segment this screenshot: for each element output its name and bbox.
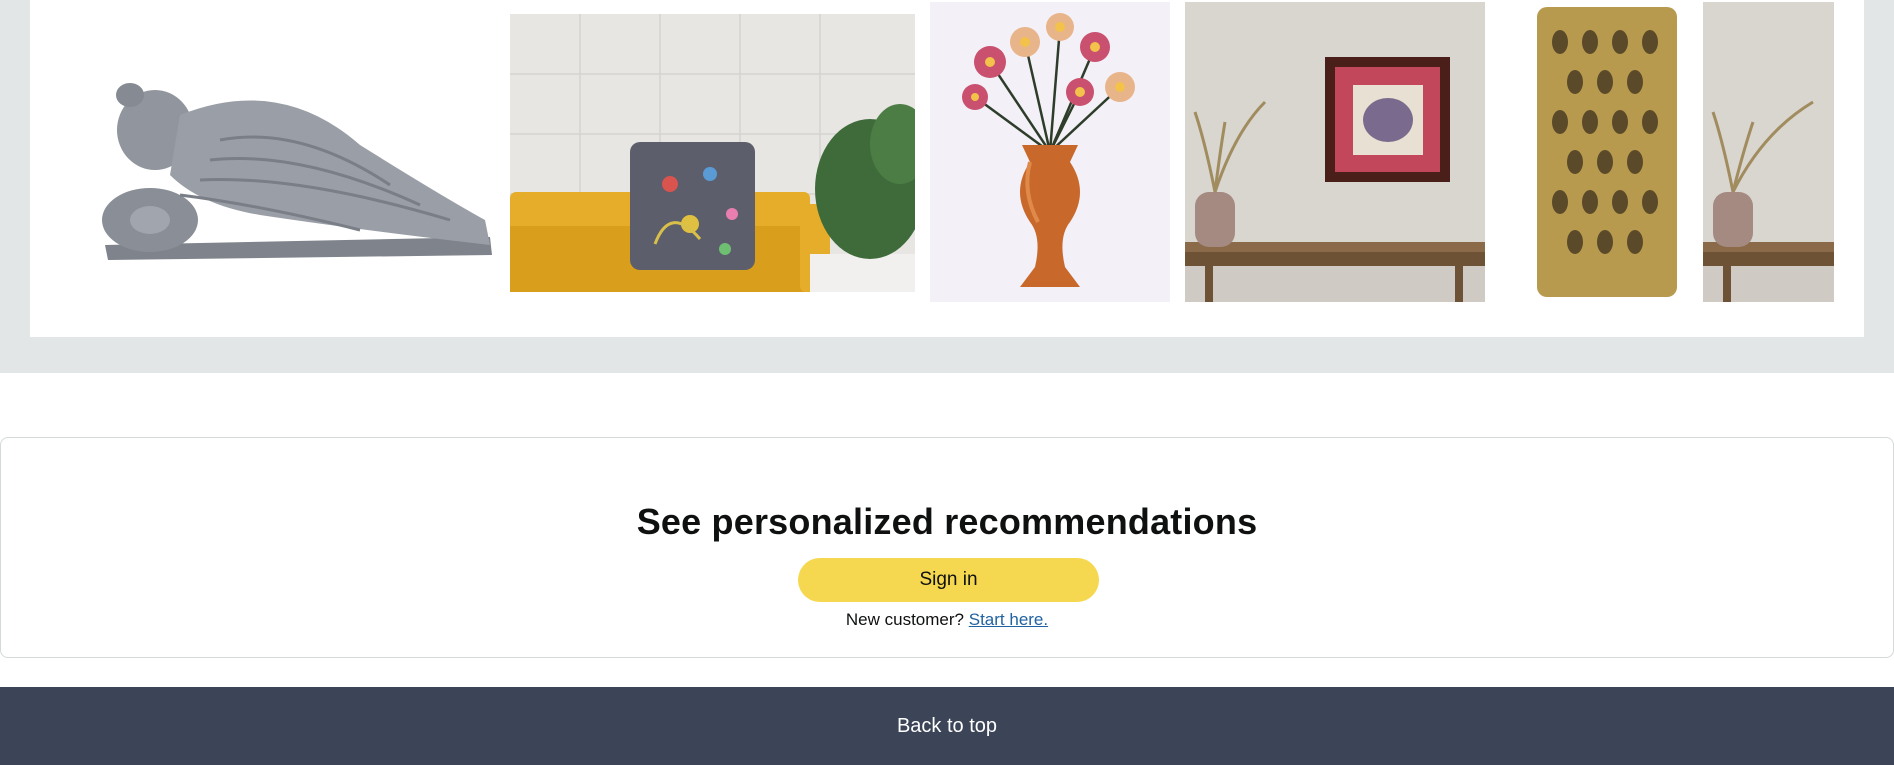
start-here-link[interactable]: Start here. bbox=[969, 610, 1048, 629]
embroidered-cushion-on-sofa-image bbox=[510, 14, 915, 292]
framed-wall-art-image bbox=[1185, 2, 1485, 302]
back-to-top-label: Back to top bbox=[896, 714, 998, 737]
reclining-buddha-statue-image bbox=[60, 55, 495, 275]
product-item-buddha[interactable] bbox=[60, 55, 495, 275]
product-item-lantern[interactable] bbox=[1500, 2, 1715, 302]
back-to-top-button[interactable]: Back to top bbox=[0, 687, 1894, 765]
product-carousel bbox=[30, 0, 1864, 337]
flower-vase-image bbox=[930, 2, 1170, 302]
pampas-vase-image bbox=[1703, 2, 1834, 302]
recommendations-panel: See personalized recommendations Sign in… bbox=[0, 437, 1894, 658]
sign-in-button[interactable]: Sign in bbox=[798, 558, 1099, 602]
soapstone-lantern-image bbox=[1500, 2, 1715, 302]
recommendations-title: See personalized recommendations bbox=[636, 501, 1258, 542]
product-item-cushion[interactable] bbox=[510, 14, 915, 292]
product-item-pampas-vase[interactable] bbox=[1703, 2, 1834, 302]
product-item-framed-art[interactable] bbox=[1185, 2, 1485, 302]
new-customer-text: New customer? bbox=[845, 610, 964, 629]
product-item-flower-vase[interactable] bbox=[930, 2, 1170, 302]
new-customer-row: New customer? Start here. bbox=[1, 610, 1893, 630]
